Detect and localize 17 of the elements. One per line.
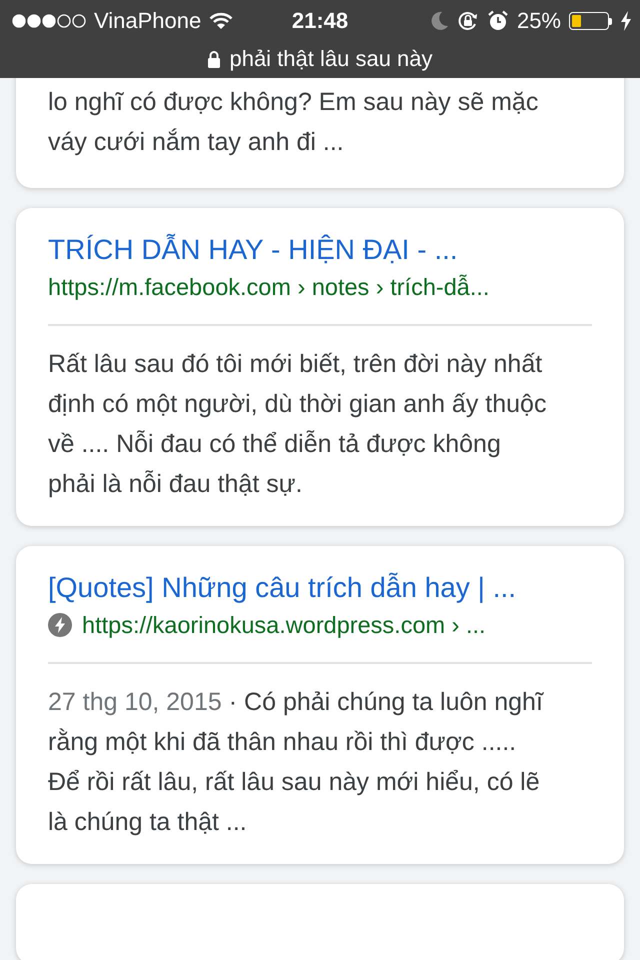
- clock-time: 21:48: [290, 8, 350, 34]
- result-snippet: Rất lâu sau đó tôi mới biết, trên đời này nhất định có một người, dù thời gian anh ấy thuộc về .... Nỗi đau có thể diễn tả được không phải là nỗi đau thật sự.: [48, 349, 548, 500]
- alarm-icon: [486, 10, 509, 32]
- wifi-icon: [209, 12, 234, 30]
- moon-icon: [428, 11, 449, 31]
- result-url: https://kaorinokusa.wordpress.com › ...: [82, 612, 486, 638]
- battery-percentage: 25%: [516, 8, 561, 34]
- result-url: https://m.facebook.com › notes › trích-dẫ...: [48, 274, 490, 300]
- result-snippet: 27 thg 10, 2015 · Có phải chúng ta luôn nghĩ rằng một khi đã thân nhau rồi thì được ..... Để rồi rất lâu, rất lâu sau này mới hiểu, có lẽ là chúng ta thật ...: [48, 687, 545, 838]
- result-title-link[interactable]: TRÍCH DẪN HAY - HIỆN ĐẠI - ...: [48, 230, 592, 270]
- result-title-link[interactable]: [Quotes] Những câu trích dẫn hay | ...: [48, 568, 592, 608]
- carrier-name: VinaPhone: [94, 8, 202, 34]
- address-text[interactable]: phải thật lâu sau này: [229, 46, 433, 72]
- signal-icon: [12, 13, 86, 29]
- battery-icon: [569, 12, 612, 30]
- result-snippet: lo nghĩ có được không? Em sau này sẽ mặc váy cưới nắm tay anh đi ...: [48, 87, 540, 158]
- rotation-lock-icon: [456, 10, 479, 32]
